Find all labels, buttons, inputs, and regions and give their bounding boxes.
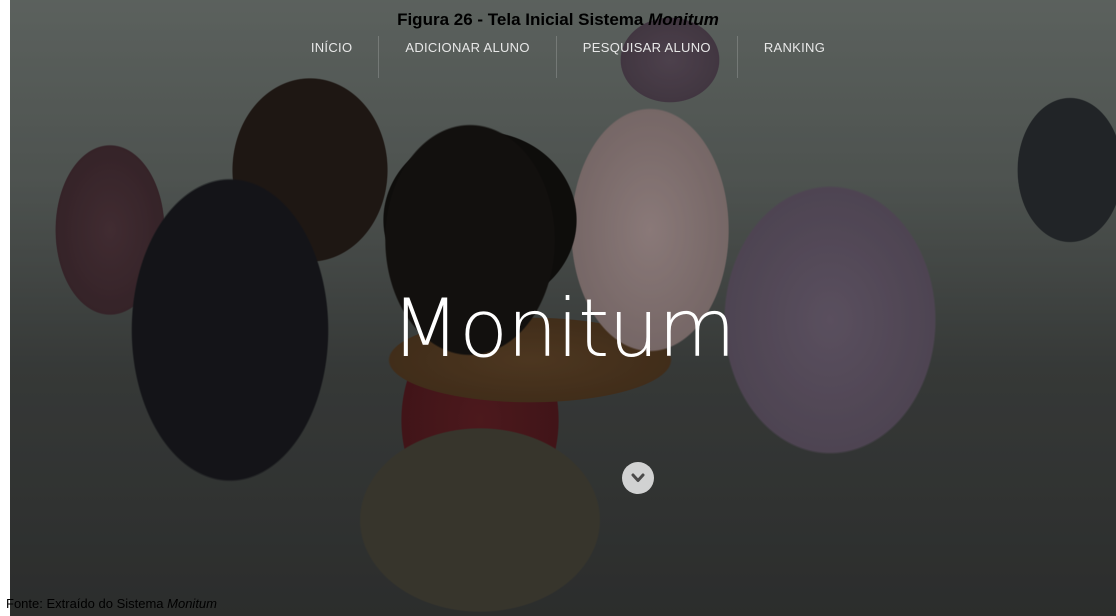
main-navigation: INÍCIO ADICIONAR ALUNO PESQUISAR ALUNO R…	[10, 36, 1116, 78]
hero-title: Monitum	[391, 282, 736, 375]
chevron-down-icon	[631, 473, 645, 482]
figure-caption: Figura 26 - Tela Inicial Sistema Monitum	[0, 10, 1116, 30]
figure-title-prefix: Figura 26 - Tela Inicial Sistema	[397, 10, 649, 29]
nav-item-inicio[interactable]: INÍCIO	[285, 36, 379, 78]
nav-item-adicionar-aluno[interactable]: ADICIONAR ALUNO	[378, 36, 555, 78]
figure-title-name: Monitum	[648, 10, 719, 29]
nav-item-pesquisar-aluno[interactable]: PESQUISAR ALUNO	[555, 36, 737, 78]
source-prefix: Fonte: Extraído do Sistema	[6, 596, 168, 611]
homepage-screenshot: INÍCIO ADICIONAR ALUNO PESQUISAR ALUNO R…	[10, 0, 1116, 616]
source-name: Monitum	[167, 596, 217, 611]
scroll-down-button[interactable]	[622, 462, 654, 494]
figure-source-caption: Fonte: Extraído do Sistema Monitum	[6, 596, 217, 611]
nav-item-ranking[interactable]: RANKING	[736, 36, 851, 78]
